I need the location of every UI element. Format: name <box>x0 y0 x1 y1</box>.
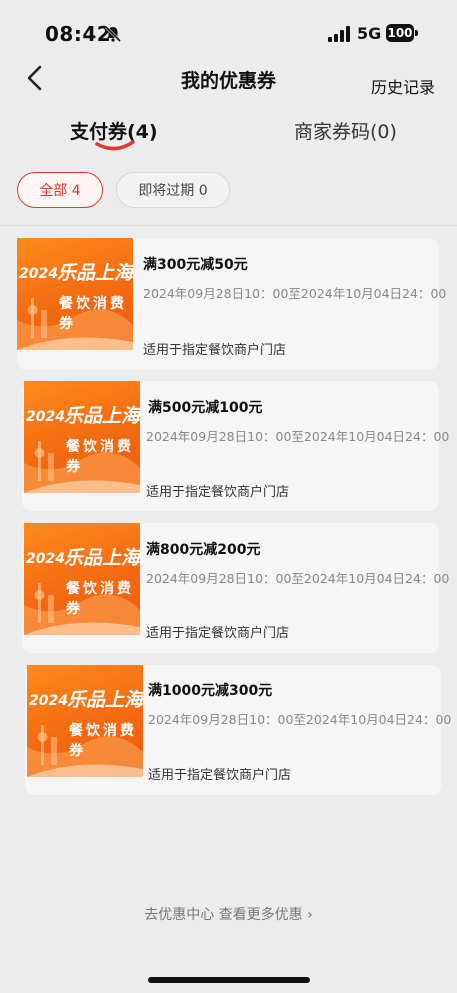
filter-count: 0 <box>198 183 208 199</box>
coupon-title: 满800元减200元 <box>146 542 261 558</box>
coupon-scope: 适用于指定餐饮商户门店 <box>146 626 290 641</box>
filter-count: 4 <box>71 183 81 199</box>
more-coupons-link[interactable]: 去优惠中心 查看更多优惠 › <box>0 904 457 924</box>
status-bar: 08:42 5G 100 <box>0 0 457 60</box>
coupon-title: 满300元减50元 <box>143 257 248 273</box>
filter-all-chip[interactable]: 全部 4 <box>17 172 103 208</box>
coupon-year: 2024 <box>19 266 58 282</box>
section-divider <box>0 225 457 226</box>
home-indicator[interactable] <box>148 977 310 983</box>
filter-label: 全部 <box>39 183 68 199</box>
coupon-image: 2024 乐品上海 餐饮消费券 <box>27 665 143 777</box>
coupon-card[interactable]: 2024 乐品上海 餐饮消费券 满300元减50元 2024年09月28日10：… <box>17 238 446 370</box>
battery-level: 100 <box>386 24 414 42</box>
signal-icon <box>328 26 350 42</box>
history-link[interactable]: 历史记录 <box>371 74 435 98</box>
filter-label: 即将过期 <box>138 183 195 199</box>
coupon-year: 2024 <box>26 409 65 425</box>
coupon-validity: 2024年09月28日10：00至2024年10月04日24：00 <box>148 712 452 727</box>
coupon-title: 满1000元减300元 <box>148 683 273 699</box>
coupon-image: 2024 乐品上海 餐饮消费券 <box>24 381 140 493</box>
muted-bell-icon <box>104 25 122 43</box>
coupon-image: 2024 乐品上海 餐饮消费券 <box>24 523 140 635</box>
coupon-brand: 乐品上海 <box>57 262 133 284</box>
coupon-card[interactable]: 2024 乐品上海 餐饮消费券 满500元减100元 2024年09月28日10… <box>22 381 449 511</box>
tab-merchant-codes[interactable]: 商家券码(0) <box>294 117 397 144</box>
coupon-validity: 2024年09月28日10：00至2024年10月04日24：00 <box>146 429 450 444</box>
coupon-card[interactable]: 2024 乐品上海 餐饮消费券 满800元减200元 2024年09月28日10… <box>22 523 449 653</box>
more-coupons-text: 去优惠中心 查看更多优惠 <box>144 907 303 923</box>
coupon-subtitle: 餐饮消费券 <box>69 723 137 759</box>
coupon-scope: 适用于指定餐饮商户门店 <box>148 768 292 783</box>
nav-bar: 我的优惠券 历史记录 <box>0 60 457 100</box>
coupon-validity: 2024年09月28日10：00至2024年10月04日24：00 <box>146 571 450 586</box>
coupon-year: 2024 <box>26 551 65 567</box>
coupon-subtitle: 餐饮消费券 <box>59 296 127 332</box>
coupon-scope: 适用于指定餐饮商户门店 <box>143 343 287 358</box>
coupon-scope: 适用于指定餐饮商户门店 <box>146 485 290 500</box>
coupon-year: 2024 <box>29 693 68 709</box>
coupon-validity: 2024年09月28日10：00至2024年10月04日24：00 <box>143 286 447 301</box>
network-type: 5G <box>357 24 382 43</box>
coupon-brand: 乐品上海 <box>64 405 140 427</box>
coupon-brand: 乐品上海 <box>67 689 143 711</box>
chevron-right-icon: › <box>307 907 313 923</box>
active-tab-indicator <box>95 140 135 151</box>
coupon-title: 满500元减100元 <box>148 400 263 416</box>
coupon-image: 2024 乐品上海 餐饮消费券 <box>17 238 133 350</box>
coupon-subtitle: 餐饮消费券 <box>66 581 134 617</box>
filter-expiring-chip[interactable]: 即将过期 0 <box>116 172 230 208</box>
battery-icon: 100 <box>386 24 418 42</box>
coupon-subtitle: 餐饮消费券 <box>66 439 134 475</box>
coupon-card[interactable]: 2024 乐品上海 餐饮消费券 满1000元减300元 2024年09月28日1… <box>25 665 451 795</box>
status-time: 08:42 <box>45 22 112 46</box>
coupon-brand: 乐品上海 <box>64 547 140 569</box>
